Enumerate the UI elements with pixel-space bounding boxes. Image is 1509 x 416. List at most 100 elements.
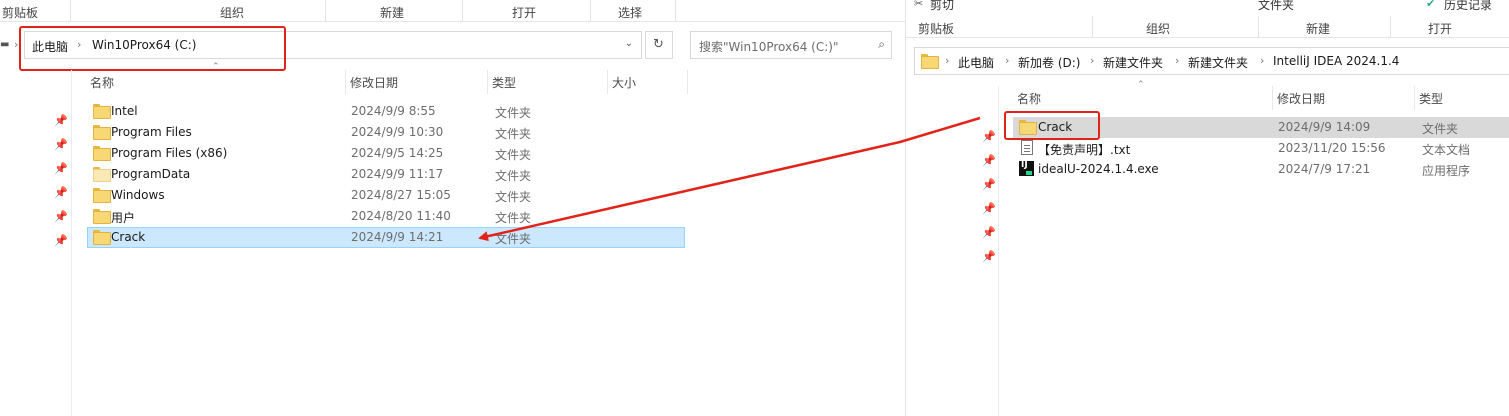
file-date: 2024/9/5 14:25 (351, 146, 444, 160)
ribbon-group-select[interactable]: 选择 (618, 4, 642, 21)
file-row[interactable]: Intel 2024/9/9 8:55 文件夹 (87, 101, 685, 122)
file-date: 2024/8/27 15:05 (351, 188, 451, 202)
annotation-highlight-address (19, 26, 286, 71)
pin-icon[interactable]: 📌 (982, 226, 996, 240)
pin-icon[interactable]: 📌 (982, 178, 996, 192)
column-header-type[interactable]: 类型 (488, 70, 608, 94)
pin-icon[interactable]: 📌 (54, 186, 68, 200)
file-name: Intel (111, 104, 138, 118)
search-icon[interactable]: ⌕ (878, 37, 885, 52)
breadcrumb-intellij[interactable]: IntelliJ IDEA 2024.1.4 (1273, 54, 1399, 68)
file-date: 2024/7/9 17:21 (1278, 162, 1371, 176)
chevron-right-icon: › (14, 38, 19, 51)
file-row-selected[interactable]: Crack 2024/9/9 14:21 文件夹 (87, 227, 685, 248)
column-header-size[interactable]: 大小 (608, 70, 688, 94)
file-date: 2023/11/20 15:56 (1278, 141, 1386, 155)
scissors-icon[interactable]: ✂ (914, 0, 923, 10)
ribbon-group-organize[interactable]: 组织 (220, 4, 244, 21)
file-name: Windows (111, 188, 165, 202)
text-file-icon (1021, 140, 1033, 155)
refresh-button[interactable]: ↻ (645, 31, 673, 59)
ribbon-group-new[interactable]: 新建 (1306, 20, 1330, 37)
file-row[interactable]: 【免责声明】.txt 2023/11/20 15:56 文本文档 (1013, 138, 1509, 159)
breadcrumb-drive-d[interactable]: 新加卷 (D:) (1018, 54, 1080, 71)
ribbon-group-clipboard[interactable]: 剪贴板 (2, 4, 38, 21)
navigation-pane[interactable]: 📌 📌 📌 📌 📌 📌 (0, 70, 72, 416)
folder-icon (921, 54, 939, 69)
breadcrumb-new-folder[interactable]: 新建文件夹 (1103, 54, 1163, 71)
file-type: 文件夹 (495, 211, 532, 225)
history-icon[interactable]: ✔ (1426, 0, 1435, 10)
exe-icon-text: IJ (1021, 160, 1028, 170)
pin-icon[interactable]: 📌 (54, 162, 68, 176)
file-date: 2024/9/9 14:21 (351, 230, 444, 244)
navigation-pane[interactable]: 📌 📌 📌 📌 📌 📌 (906, 86, 999, 416)
column-header-name[interactable]: 名称 (1013, 86, 1273, 110)
folder-icon (93, 125, 111, 140)
folder-button[interactable]: 文件夹 (1258, 0, 1294, 13)
chevron-right-icon[interactable]: › (945, 54, 949, 67)
pin-icon[interactable]: 📌 (54, 234, 68, 248)
pin-icon[interactable]: 📌 (54, 114, 68, 128)
cut-button[interactable]: 剪切 (930, 0, 954, 13)
explorer-window-right: ✂ 剪切 文件夹 ✔ 历史记录 剪贴板 组织 新建 打开 › 此电脑 › 新加卷… (905, 0, 1509, 416)
file-type: 文件夹 (495, 148, 532, 162)
ribbon-group-open[interactable]: 打开 (512, 4, 536, 21)
history-button[interactable]: 历史记录 (1444, 0, 1492, 13)
chevron-right-icon[interactable]: › (1005, 54, 1009, 67)
file-row[interactable]: Program Files 2024/9/9 10:30 文件夹 (87, 122, 685, 143)
pin-icon[interactable]: 📌 (54, 138, 68, 152)
search-placeholder: 搜索"Win10Prox64 (C:)" (699, 40, 839, 54)
file-type: 文件夹 (495, 106, 532, 120)
folder-icon (93, 167, 111, 182)
ribbon-group-organize[interactable]: 组织 (1146, 20, 1170, 37)
file-row[interactable]: Program Files (x86) 2024/9/5 14:25 文件夹 (87, 143, 685, 164)
file-row[interactable]: Windows 2024/8/27 15:05 文件夹 (87, 185, 685, 206)
file-date: 2024/9/9 10:30 (351, 125, 444, 139)
file-name: Crack (111, 230, 146, 244)
folder-icon (93, 104, 111, 119)
file-type: 文件夹 (495, 232, 532, 246)
file-row[interactable]: IJ idealU-2024.1.4.exe 2024/7/9 17:21 应用… (1013, 159, 1509, 180)
file-name: idealU-2024.1.4.exe (1038, 162, 1159, 176)
column-header-name[interactable]: 名称 (86, 70, 346, 94)
file-type: 文件夹 (495, 127, 532, 141)
ribbon-group-clipboard[interactable]: 剪贴板 (918, 20, 954, 37)
file-date: 2024/9/9 8:55 (351, 104, 436, 118)
file-date: 2024/9/9 14:09 (1278, 120, 1371, 134)
address-bar[interactable]: › 此电脑 › 新加卷 (D:) › 新建文件夹 › 新建文件夹 › Intel… (914, 47, 1509, 75)
breadcrumb-this-pc[interactable]: 此电脑 (958, 54, 994, 71)
ribbon-top-partial: ✂ 剪切 文件夹 ✔ 历史记录 (906, 0, 1509, 16)
chevron-down-icon[interactable]: ⌄ (625, 38, 633, 49)
file-type: 应用程序 (1422, 164, 1471, 178)
file-name: Program Files (x86) (111, 146, 228, 160)
folder-icon (93, 146, 111, 161)
chevron-right-icon[interactable]: › (1175, 54, 1179, 67)
pin-icon[interactable]: 📌 (54, 210, 68, 224)
file-row[interactable]: ProgramData 2024/9/9 11:17 文件夹 (87, 164, 685, 185)
chevron-right-icon[interactable]: › (1090, 54, 1094, 67)
file-type: 文件夹 (495, 190, 532, 204)
file-row[interactable]: 用户 2024/8/20 11:40 文件夹 (87, 206, 685, 227)
refresh-icon: ↻ (653, 37, 664, 52)
file-type: 文件夹 (1422, 122, 1459, 136)
ribbon-group-new[interactable]: 新建 (380, 4, 404, 21)
column-header-date[interactable]: 修改日期 (1273, 86, 1415, 110)
pin-icon[interactable]: 📌 (982, 202, 996, 216)
search-input[interactable]: 搜索"Win10Prox64 (C:)" ⌕ (690, 31, 892, 59)
annotation-highlight-crack (1004, 111, 1100, 140)
breadcrumb-new-folder-2[interactable]: 新建文件夹 (1188, 54, 1248, 71)
pin-icon[interactable]: 📌 (982, 250, 996, 264)
folder-icon (93, 230, 111, 245)
pin-icon[interactable]: 📌 (982, 130, 996, 144)
file-date: 2024/9/9 11:17 (351, 167, 444, 181)
ribbon-group-labels: 剪贴板 组织 新建 打开 (906, 16, 1509, 38)
chevron-right-icon[interactable]: › (1260, 54, 1264, 67)
file-name: 用户 (111, 211, 136, 225)
pin-icon[interactable]: 📌 (982, 154, 996, 168)
column-header-type[interactable]: 类型 (1415, 86, 1509, 110)
column-header-date[interactable]: 修改日期 (346, 70, 488, 94)
drive-icon: ▬ (0, 39, 10, 50)
file-name: Program Files (111, 125, 192, 139)
ribbon-group-open[interactable]: 打开 (1428, 20, 1452, 37)
